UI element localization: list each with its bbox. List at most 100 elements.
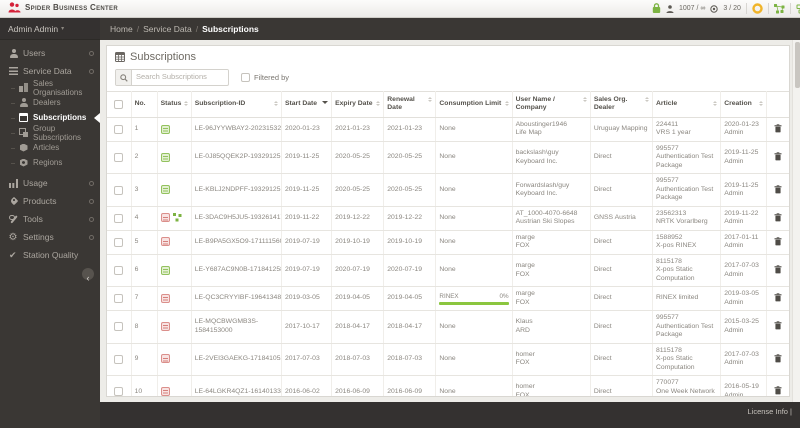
- breadcrumb-item-service-data[interactable]: Service Data: [143, 24, 192, 34]
- cell-article: 8115178 X-pos Static Computation: [652, 254, 722, 288]
- delete-button[interactable]: [772, 292, 784, 304]
- column-header-status[interactable]: Status: [157, 91, 192, 118]
- column-header-sales-org-dealer[interactable]: Sales Org. Dealer: [590, 91, 654, 118]
- column-header-article[interactable]: Article: [652, 91, 722, 118]
- search-input[interactable]: [132, 70, 228, 83]
- cell-article: RINEX limited: [652, 286, 722, 312]
- sidebar-item-label: Tools: [23, 214, 43, 224]
- ring-status-icon[interactable]: [752, 3, 763, 14]
- cell-start-date: 2019-11-22: [281, 206, 333, 231]
- breadcrumb-item-home[interactable]: Home: [110, 24, 133, 34]
- cell-user-company: AT_1000-4070-6648 Austrian Ski Slopes: [512, 206, 591, 231]
- sidebar-item-label: Station Quality: [23, 250, 79, 260]
- cell-start-date: 2019-07-19: [281, 254, 333, 288]
- column-header-consumption-limit[interactable]: Consumption Limit: [435, 91, 513, 118]
- status-ok-icon: [160, 152, 170, 162]
- sort-icon: [184, 101, 188, 106]
- delete-button[interactable]: [772, 320, 784, 332]
- delete-button[interactable]: [772, 352, 784, 364]
- cell-actions: [766, 375, 789, 396]
- sidebar-item-station-quality[interactable]: Station Quality: [0, 246, 100, 264]
- sidebar-collapse-button[interactable]: [82, 268, 94, 280]
- cell-status: [157, 230, 192, 255]
- sidebar-item-label: Users: [23, 48, 46, 58]
- cell-sales-org-dealer: Direct: [590, 230, 654, 255]
- cell-expiry-date: 2019-12-22: [331, 206, 385, 231]
- scrollbar-thumb[interactable]: [794, 42, 800, 88]
- delete-button[interactable]: [772, 211, 784, 223]
- delete-button[interactable]: [772, 235, 784, 247]
- row-checkbox[interactable]: [114, 294, 124, 304]
- dealers-icon: [19, 98, 28, 107]
- column-header-user-name-company[interactable]: User Name / Company: [512, 91, 591, 118]
- column-label: Article: [656, 100, 678, 108]
- delete-button[interactable]: [772, 151, 784, 163]
- sidebar-item-label: Service Data: [23, 66, 72, 76]
- cell-no: 10: [131, 375, 158, 396]
- column-header-start-date[interactable]: Start Date: [281, 91, 333, 118]
- delete-button[interactable]: [772, 122, 784, 134]
- table-row: 5 LE-B9PA5GX5O9-1711115605 2019-07-19 2019-…: [107, 230, 789, 255]
- vertical-scrollbar[interactable]: [792, 40, 800, 402]
- sidebar-item-dealers[interactable]: Dealers: [0, 95, 100, 110]
- network-nodes-icon[interactable]: [773, 3, 785, 14]
- row-select-cell: [107, 230, 132, 255]
- delete-button[interactable]: [772, 183, 784, 195]
- column-header-expiry-date[interactable]: Expiry Date: [331, 91, 385, 118]
- sidebar-item-service-data[interactable]: Service Data: [0, 62, 100, 80]
- linked-sites-icon[interactable]: [796, 4, 800, 14]
- row-checkbox[interactable]: [114, 124, 124, 134]
- cell-sales-org-dealer: Direct: [590, 141, 654, 175]
- cell-no: 6: [131, 254, 158, 288]
- sidebar-item-articles[interactable]: Articles: [0, 140, 100, 155]
- pin-icon[interactable]: [89, 234, 94, 240]
- sidebar-item-tools[interactable]: Tools: [0, 210, 100, 228]
- pin-icon[interactable]: [89, 198, 94, 204]
- filtered-by-checkbox[interactable]: [241, 73, 250, 82]
- cell-article: 8115178 X-pos Static Computation: [652, 343, 722, 377]
- sidebar-item-users[interactable]: Users: [0, 44, 100, 62]
- row-checkbox[interactable]: [114, 387, 124, 396]
- column-header-no[interactable]: No.: [131, 91, 158, 118]
- delete-button[interactable]: [772, 385, 784, 396]
- pin-icon[interactable]: [89, 180, 94, 186]
- row-checkbox[interactable]: [114, 185, 124, 195]
- cell-start-date: 2016-06-02: [281, 375, 333, 396]
- row-checkbox[interactable]: [114, 354, 124, 364]
- column-header-subscription-id[interactable]: Subscription-ID: [191, 91, 282, 118]
- consumption-percent: 0%: [499, 292, 509, 300]
- row-checkbox[interactable]: [114, 213, 124, 223]
- select-all-checkbox[interactable]: [114, 99, 124, 109]
- pin-icon[interactable]: [89, 50, 94, 56]
- sidebar-item-group-subscriptions[interactable]: Group Subscriptions: [0, 124, 100, 142]
- status-expired-icon: [160, 354, 170, 364]
- row-checkbox[interactable]: [114, 266, 124, 275]
- pin-icon[interactable]: [89, 216, 94, 222]
- sidebar-item-usage[interactable]: Usage: [0, 174, 100, 192]
- consumption-label: RINEX: [439, 292, 459, 300]
- license-info-link[interactable]: License Info: [748, 407, 788, 416]
- service-data-icon: [9, 66, 18, 76]
- sidebar-item-regions[interactable]: Regions: [0, 155, 100, 170]
- column-header-renewal-date[interactable]: Renewal Date: [383, 91, 437, 118]
- sidebar-item-products[interactable]: Products: [0, 192, 100, 210]
- user-menu[interactable]: Admin Admin ▾: [0, 18, 100, 40]
- column-header-creation[interactable]: Creation: [720, 91, 768, 118]
- row-checkbox[interactable]: [114, 153, 124, 163]
- cell-consumption-limit: None: [435, 343, 513, 377]
- row-checkbox[interactable]: [114, 237, 124, 247]
- sidebar-item-settings[interactable]: Settings: [0, 228, 100, 246]
- delete-button[interactable]: [772, 264, 784, 276]
- status-expired-icon: [160, 213, 170, 223]
- cell-user-company: marge FOX: [512, 286, 591, 312]
- cell-status: [157, 173, 192, 207]
- pin-icon[interactable]: [89, 68, 94, 74]
- row-select-cell: [107, 173, 132, 207]
- cell-renewal-date: 2016-06-09: [383, 375, 437, 396]
- content-area: Subscriptions Filtered by No.Sta: [100, 40, 800, 402]
- sidebar-item-sales-organisations[interactable]: Sales Organisations: [0, 79, 100, 97]
- row-checkbox[interactable]: [114, 322, 124, 332]
- products-icon: [9, 197, 18, 206]
- topbar: Spider Business Center 1007 / ∞ 3 / 20 E…: [0, 0, 800, 18]
- cell-subscription-id: LE-QC3CRYYIBF-1964134835: [191, 286, 282, 312]
